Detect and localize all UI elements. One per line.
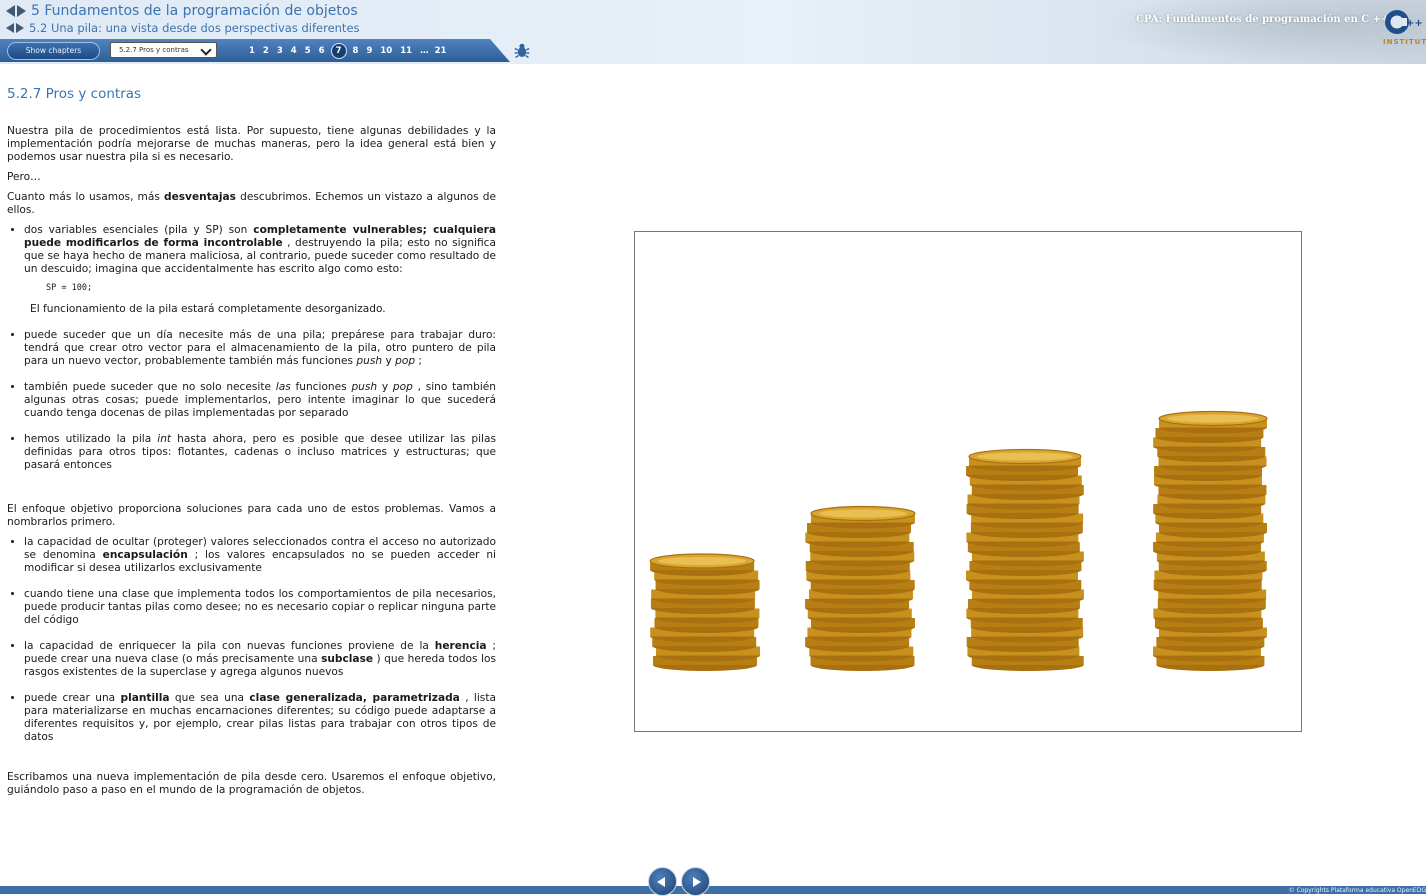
solutions-list: la capacidad de ocultar (proteger) valor… <box>7 536 496 744</box>
page-heading: 5.2.7 Pros y contras <box>7 86 142 102</box>
page-link-8[interactable]: 8 <box>353 46 359 56</box>
coin-stack <box>1153 410 1268 671</box>
coin-stack <box>805 505 916 671</box>
list-item: la capacidad de enriquecer la pila con n… <box>24 640 496 679</box>
list-item: hemos utilizado la pila int hasta ahora,… <box>24 433 496 472</box>
bug-report-icon[interactable] <box>514 42 530 58</box>
next-section-icon[interactable] <box>16 23 24 33</box>
stacked-gold-coins-image <box>649 410 1268 671</box>
code-snippet: SP = 100; <box>46 283 93 293</box>
chapter-breadcrumb: 5 Fundamentos de la programación de obje… <box>6 3 358 19</box>
coin-stack <box>649 553 760 671</box>
closing-paragraph: Escribamos una nueva implementación de p… <box>7 771 496 796</box>
copyright-text: © Copyrights Plataforma educativa OpenED… <box>1288 887 1426 894</box>
page-link-1[interactable]: 1 <box>249 46 255 56</box>
gold-coins-figure <box>634 231 1302 732</box>
chevron-down-icon <box>200 44 212 56</box>
arrow-left-icon <box>657 877 665 887</box>
page-link-6[interactable]: 6 <box>319 46 325 56</box>
list-item: también puede suceder que no solo necesi… <box>24 381 496 420</box>
list-item: puede crear una plantilla que sea una cl… <box>24 692 496 744</box>
header-background-image <box>1096 0 1426 64</box>
page-link-5[interactable]: 5 <box>305 46 311 56</box>
section-select-value: 5.2.7 Pros y contras <box>119 46 189 54</box>
page-link-7[interactable]: 7 <box>330 42 347 59</box>
next-page-button[interactable] <box>681 867 710 896</box>
show-chapters-button[interactable]: Show chapters <box>7 42 100 60</box>
list-item: dos variables esenciales (pila y SP) son… <box>24 224 496 316</box>
footer-bar: © Copyrights Plataforma educativa OpenED… <box>0 886 1426 894</box>
disadvantages-intro: Cuanto más lo usamos, más desventajas de… <box>7 191 496 216</box>
page-list: 1 2 3 4 5 6 7 8 9 10 11 … 21 <box>249 42 454 59</box>
course-title: CPA: Fundamentos de programación en C ++ <box>1136 14 1390 25</box>
page-link-21[interactable]: 21 <box>435 46 447 56</box>
section-title[interactable]: 5.2 Una pila: una vista desde dos perspe… <box>29 21 360 35</box>
coin-stack <box>966 448 1084 671</box>
list-item: la capacidad de ocultar (proteger) valor… <box>24 536 496 575</box>
header-bar: 5 Fundamentos de la programación de obje… <box>0 0 1426 64</box>
disadvantages-list: dos variables esenciales (pila y SP) son… <box>7 224 496 472</box>
page-link-10[interactable]: 10 <box>380 46 392 56</box>
pero-paragraph: Pero… <box>7 171 41 183</box>
prev-chapter-icon[interactable] <box>6 5 15 17</box>
page-ellipsis: … <box>420 45 429 56</box>
logo-text: INSTITUTE <box>1383 38 1426 46</box>
section-breadcrumb: 5.2 Una pila: una vista desde dos perspe… <box>6 21 360 35</box>
next-chapter-icon[interactable] <box>17 5 26 17</box>
lesson-content: 5.2.7 Pros y contras Nuestra pila de pro… <box>7 86 496 804</box>
page-link-4[interactable]: 4 <box>291 46 297 56</box>
chapter-title[interactable]: 5 Fundamentos de la programación de obje… <box>31 3 358 19</box>
list-item: cuando tiene una clase que implementa to… <box>24 588 496 627</box>
previous-page-button[interactable] <box>648 867 677 896</box>
intro-paragraph: Nuestra pila de procedimientos está list… <box>7 125 496 163</box>
list-item-note: El funcionamiento de la pila estará comp… <box>30 303 386 315</box>
section-select[interactable]: 5.2.7 Pros y contras <box>110 42 217 58</box>
page-link-3[interactable]: 3 <box>277 46 283 56</box>
page-link-11[interactable]: 11 <box>400 46 412 56</box>
arrow-right-icon <box>693 877 701 887</box>
prev-section-icon[interactable] <box>6 23 14 33</box>
page-link-9[interactable]: 9 <box>366 46 372 56</box>
list-item: puede suceder que un día necesite más de… <box>24 329 496 368</box>
page-link-2[interactable]: 2 <box>263 46 269 56</box>
svg-text:++: ++ <box>1406 18 1423 29</box>
page-nav-bar: Show chapters 5.2.7 Pros y contras 12345… <box>0 39 510 62</box>
objective-intro: El enfoque objetivo proporciona solucion… <box>7 503 496 528</box>
